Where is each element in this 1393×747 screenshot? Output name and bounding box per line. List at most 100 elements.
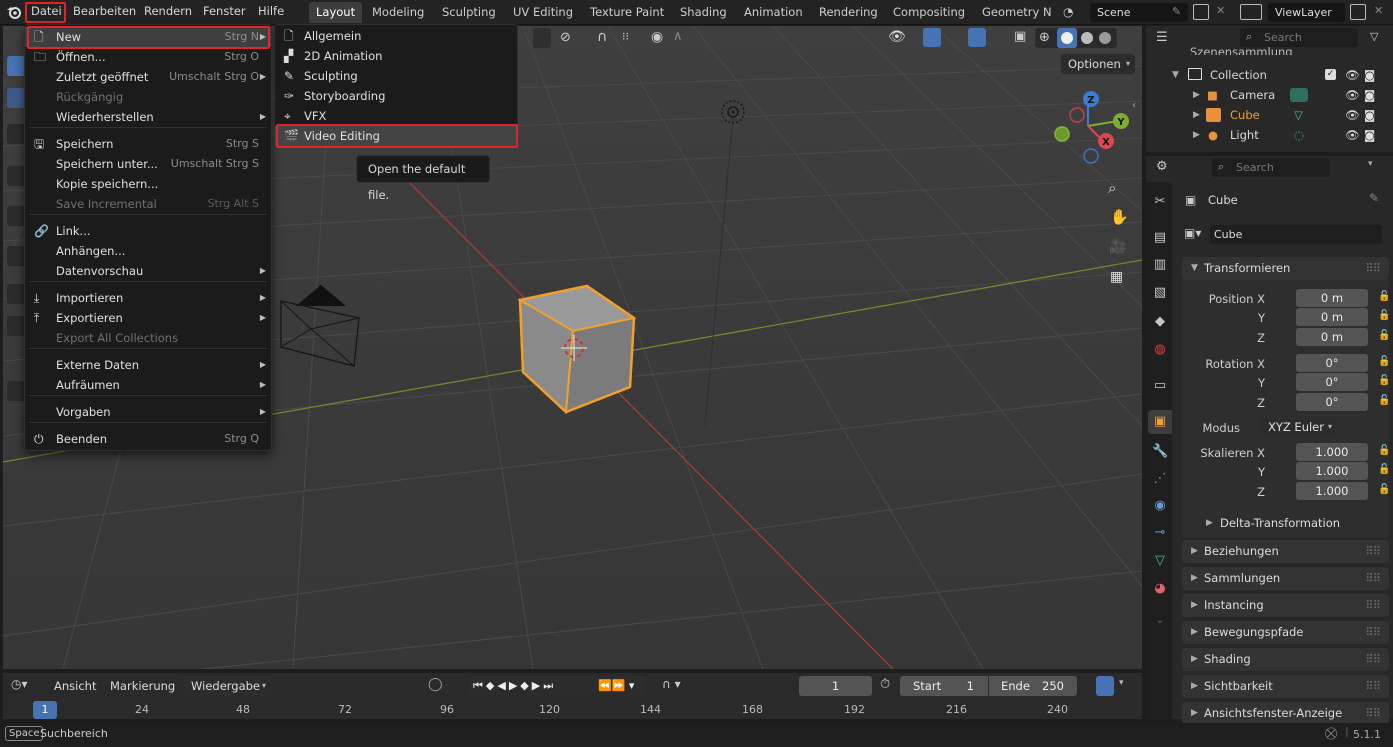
options-dropdown[interactable]: Optionen ▾ — [1061, 54, 1135, 74]
outliner-root[interactable]: Szenensammlung — [1146, 45, 1393, 65]
object-name-field[interactable]: Cube — [1210, 225, 1382, 244]
view-layer-tab-icon[interactable]: ▧ — [1152, 285, 1168, 301]
frame-cursor[interactable]: 1 — [33, 701, 57, 719]
file-menu-item[interactable]: Speichern unter... Umschalt Strg S — [25, 154, 271, 174]
properties-type-icon[interactable]: ⚙ — [1156, 159, 1168, 174]
viewlayer-icon[interactable] — [1240, 4, 1262, 20]
new-submenu-item[interactable]: ✑ Storyboarding — [275, 86, 517, 106]
rotation-mode-dropdown[interactable]: XYZ Euler ▾ — [1262, 418, 1336, 436]
drag-handle-icon[interactable]: ⠿⠿ — [1365, 675, 1381, 698]
tab-texture-paint[interactable]: Texture Paint — [583, 2, 671, 23]
render-camera-icon[interactable]: ◙ — [1364, 105, 1375, 125]
render-camera-icon[interactable]: ◙ — [1364, 85, 1375, 105]
position-z[interactable]: 0 m — [1296, 328, 1368, 346]
delete-viewlayer-icon[interactable]: ✕ — [1374, 4, 1383, 17]
drag-handle-icon[interactable]: ⠿⠿ — [1365, 594, 1381, 617]
file-menu-item[interactable]: Aufräumen ▶ — [25, 375, 271, 395]
panel-header[interactable]: ▶ Ansichtsfenster-Anzeige ⠿⠿ — [1182, 702, 1389, 725]
tab-geometry-nodes[interactable]: Geometry No — [975, 2, 1051, 23]
file-menu-item[interactable]: Zuletzt geöffnet Umschalt Strg O ▶ — [25, 67, 271, 87]
tab-shading[interactable]: Shading — [673, 2, 734, 23]
drag-handle-icon[interactable]: ⠿⠿ — [1365, 257, 1381, 280]
new-submenu-item[interactable]: 🎬 Video Editing — [275, 126, 517, 146]
tab-compositing[interactable]: Compositing — [886, 2, 972, 23]
delete-scene-icon[interactable]: ✕ — [1216, 4, 1225, 17]
lock-icon[interactable]: 🔓 — [1378, 445, 1390, 456]
navigation-gizmo[interactable]: Z Y X — [1046, 86, 1131, 168]
new-submenu-item[interactable]: 🗋 Allgemein — [275, 26, 517, 46]
lock-icon[interactable]: 🔓 — [1378, 395, 1390, 406]
current-frame-field[interactable]: 1 — [799, 676, 872, 696]
drag-handle-icon[interactable]: ⠿⠿ — [1365, 540, 1381, 563]
file-menu-item[interactable]: Anhängen... — [25, 241, 271, 261]
eye-icon[interactable]: 👁 — [1345, 105, 1360, 125]
pan-hand-icon[interactable]: ✋ — [1110, 208, 1129, 226]
tab-animation[interactable]: Animation — [737, 2, 810, 23]
file-menu-item[interactable]: ⤒ Exportieren ▶ — [25, 308, 271, 328]
playback-controls[interactable]: ⏮◆◀▶◆▶⏭ — [469, 676, 593, 696]
camera-object[interactable] — [271, 271, 366, 371]
file-menu-item[interactable]: Vorgaben ▶ — [25, 402, 271, 422]
timeline-menu-ansicht[interactable]: Ansicht — [54, 677, 96, 695]
position-x[interactable]: 0 m — [1296, 289, 1368, 307]
visibility-icon[interactable]: 👁 — [888, 29, 906, 45]
solid-shading-icon[interactable] — [1057, 28, 1077, 48]
lock-icon[interactable]: 🔓 — [1378, 291, 1390, 302]
object-data-selector-icon[interactable]: ▣▾ — [1184, 226, 1210, 244]
snap-icon[interactable]: ∩ — [597, 29, 607, 45]
pivot-icon[interactable]: ⊘ — [560, 30, 571, 45]
blender-logo-icon[interactable] — [6, 5, 22, 19]
file-menu-item[interactable]: Wiederherstellen ▶ — [25, 107, 271, 127]
eye-icon[interactable]: 👁 — [1345, 65, 1360, 85]
file-menu-item[interactable]: ⤓ Importieren ▶ — [25, 288, 271, 308]
expand-right-icon[interactable]: ▶ — [1193, 85, 1200, 105]
file-menu-item[interactable]: 🗋 New Strg N ▶ — [25, 27, 271, 47]
chevron-down-icon[interactable]: ▾ — [1119, 678, 1124, 688]
panel-header[interactable]: ▶ Shading ⠿⠿ — [1182, 648, 1389, 671]
eye-icon[interactable]: 👁 — [1345, 85, 1360, 105]
scene-type-icon[interactable]: ◔ — [1063, 5, 1073, 19]
keying-icon[interactable] — [1096, 676, 1114, 696]
scale-y[interactable]: 1.000 — [1296, 462, 1368, 480]
render-camera-icon[interactable]: ◙ — [1364, 125, 1375, 145]
end-frame-field[interactable]: Ende 250 — [989, 676, 1077, 696]
outliner-item-camera[interactable]: ▶ ■ Camera 👁 ◙ — [1146, 85, 1393, 105]
drag-handle-icon[interactable]: ⠿⠿ — [1365, 702, 1381, 725]
eye-icon[interactable]: 👁 — [1345, 125, 1360, 145]
data-tab-icon[interactable]: ▽ — [1152, 553, 1168, 569]
sidebar-toggle-icon[interactable]: ‹ — [1132, 100, 1136, 111]
properties-search-input[interactable]: ⌕ Search — [1212, 158, 1330, 177]
output-tab-icon[interactable]: ▥ — [1152, 257, 1168, 273]
camera-view-icon[interactable]: 🎥 — [1109, 239, 1126, 255]
material-tab-icon[interactable]: ◕ — [1152, 581, 1168, 597]
timeline-menu-markierung[interactable]: Markierung — [110, 677, 175, 695]
chevron-right-icon[interactable]: ▶ — [1206, 518, 1213, 528]
new-submenu-item[interactable]: ▞ 2D Animation — [275, 46, 517, 66]
file-menu-item[interactable]: 🗀 Öffnen... Strg O — [25, 47, 271, 67]
keyframe-nav[interactable]: ⏪⏩ ▾ — [594, 676, 646, 696]
start-frame-field[interactable]: Start 1 — [900, 676, 988, 696]
menu-datei[interactable]: Datei — [31, 4, 62, 18]
snapping-icon[interactable]: ∩ ▾ — [662, 677, 681, 691]
editor-type-icon[interactable]: ◷▾ — [11, 677, 41, 695]
expand-down-icon[interactable]: ▼ — [1172, 65, 1179, 85]
lock-icon[interactable]: 🔓 — [1378, 484, 1390, 495]
scene-tab-icon[interactable]: ◆ — [1152, 314, 1168, 330]
file-menu-item[interactable]: ⏻ Beenden Strg Q — [25, 429, 271, 449]
record-icon[interactable]: ◯ — [428, 677, 443, 692]
camera-data-icon[interactable] — [1290, 88, 1308, 102]
rotation-x[interactable]: 0° — [1296, 354, 1368, 372]
tab-layout[interactable]: Layout — [309, 2, 363, 23]
position-y[interactable]: 0 m — [1296, 308, 1368, 326]
panel-header[interactable]: ▶ Bewegungspfade ⠿⠿ — [1182, 621, 1389, 644]
scale-z[interactable]: 1.000 — [1296, 482, 1368, 500]
file-menu-item[interactable]: 🖫 Speichern Strg S — [25, 134, 271, 154]
particles-tab-icon[interactable]: ⋰ — [1152, 471, 1168, 487]
xray-icon[interactable]: ▣ — [1014, 29, 1026, 44]
more-tabs-icon[interactable]: ⌄ — [1152, 613, 1168, 629]
drag-handle-icon[interactable]: ⠿⠿ — [1365, 648, 1381, 671]
new-scene-icon[interactable] — [1193, 4, 1209, 20]
pin-icon[interactable]: ✎ — [1172, 5, 1181, 18]
lock-icon[interactable]: 🔓 — [1378, 464, 1390, 475]
wireframe-shading-icon[interactable]: ⊕ — [1039, 30, 1050, 45]
